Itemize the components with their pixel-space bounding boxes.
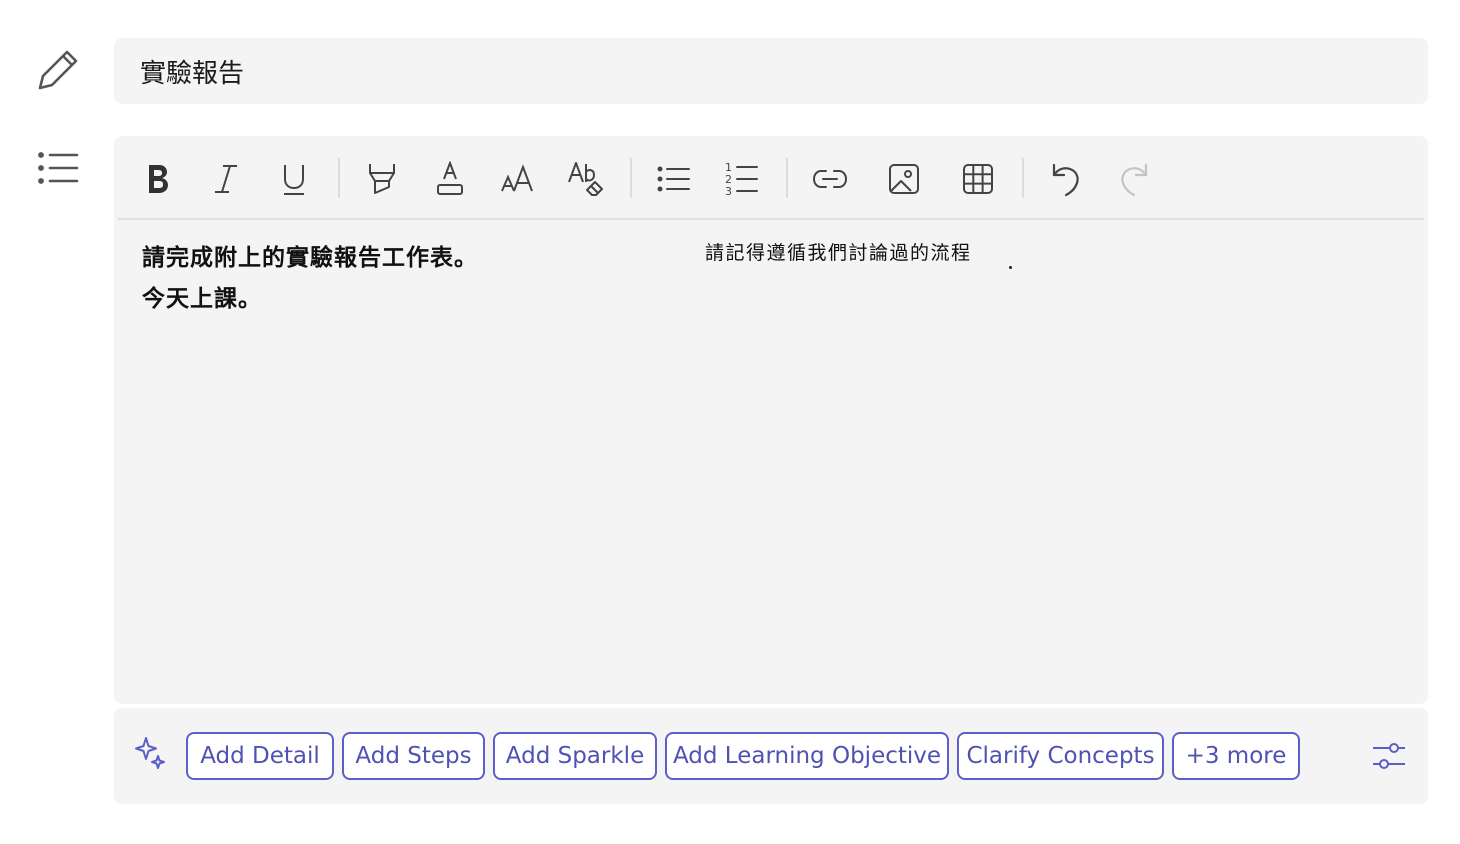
add-steps-chip[interactable]: Add Steps <box>342 732 485 780</box>
highlight-button[interactable] <box>362 156 402 202</box>
editor-note-text: 請記得遵循我們討論過的流程 <box>705 242 972 264</box>
more-suggestions-chip[interactable]: +3 more <box>1172 732 1300 780</box>
pencil-icon <box>36 48 80 92</box>
italic-button[interactable] <box>206 156 246 202</box>
font-color-icon <box>437 161 463 195</box>
toolbar-separator <box>338 158 340 198</box>
italic-icon <box>215 165 237 193</box>
ai-suggestions-bar: Add Detail Add Steps Add Sparkle Add Lea… <box>114 708 1428 804</box>
numbered-list-icon: 123 <box>725 161 758 197</box>
toolbar-separator <box>1022 158 1024 198</box>
sparkle-icon <box>134 736 166 770</box>
title-input[interactable]: 實驗報告 <box>114 38 1428 104</box>
font-size-icon <box>501 164 533 192</box>
svg-text:3: 3 <box>725 185 732 197</box>
redo-button[interactable] <box>1114 156 1154 202</box>
redo-icon <box>1121 163 1148 197</box>
numbered-list-button[interactable]: 123 <box>722 156 762 202</box>
table-icon <box>963 164 993 194</box>
insert-table-button[interactable] <box>958 156 998 202</box>
highlighter-icon <box>369 164 395 194</box>
list-icon <box>36 150 80 186</box>
clarify-concepts-chip[interactable]: Clarify Concepts <box>957 732 1164 780</box>
text-cursor-dot <box>1009 266 1012 269</box>
editor-text-line: 今天上課。 <box>142 286 262 312</box>
formatting-toolbar: 123 <box>118 136 1424 220</box>
font-color-button[interactable] <box>430 156 470 202</box>
title-text: 實驗報告 <box>140 58 245 89</box>
link-icon <box>812 170 848 188</box>
bulleted-list-icon <box>657 166 690 192</box>
toolbar-separator <box>630 158 632 198</box>
bulleted-list-button[interactable] <box>654 156 694 202</box>
bold-icon <box>149 165 168 193</box>
add-learning-objective-chip[interactable]: Add Learning Objective <box>665 732 949 780</box>
undo-icon <box>1052 163 1079 197</box>
clear-formatting-icon <box>568 162 603 196</box>
clear-formatting-button[interactable] <box>566 156 606 202</box>
toolbar-separator <box>786 158 788 198</box>
link-button[interactable] <box>810 156 850 202</box>
rich-text-editor[interactable]: 123 請完成附上的實驗報告工作表。 今天上課。 請記得遵循我們討論過的流程 <box>114 136 1428 704</box>
insert-image-button[interactable] <box>884 156 924 202</box>
undo-button[interactable] <box>1046 156 1086 202</box>
editor-text-line: 請完成附上的實驗報告工作表。 <box>142 245 478 271</box>
underline-button[interactable] <box>274 156 314 202</box>
bold-button[interactable] <box>138 156 178 202</box>
font-size-button[interactable] <box>498 156 538 202</box>
underline-icon <box>284 165 304 195</box>
add-sparkle-chip[interactable]: Add Sparkle <box>493 732 657 780</box>
settings-sliders-icon[interactable] <box>1372 740 1406 772</box>
add-detail-chip[interactable]: Add Detail <box>186 732 334 780</box>
image-icon <box>889 164 919 194</box>
